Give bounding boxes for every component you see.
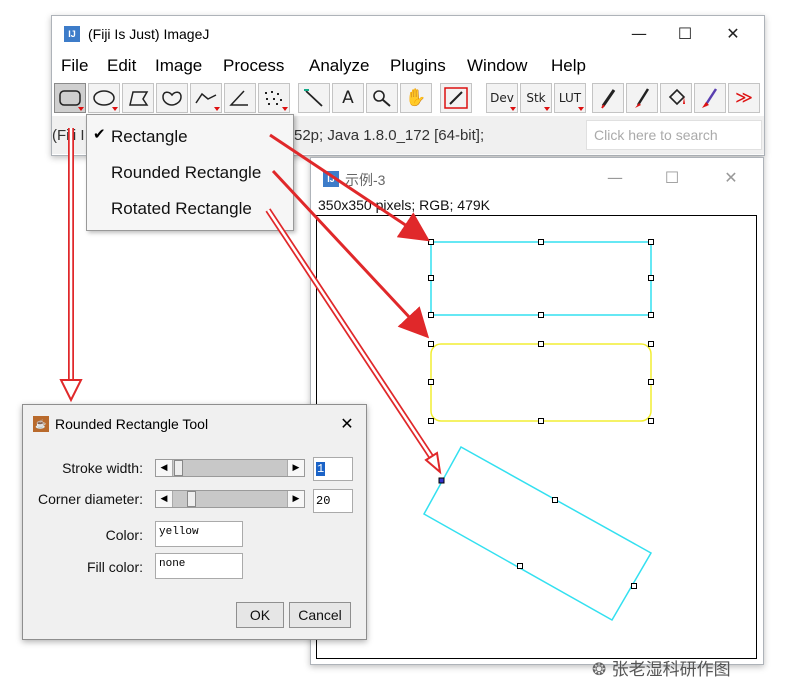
- annotation-overlay: [59, 128, 654, 622]
- watermark-text: ❂ 张老湿科研作图: [592, 660, 731, 680]
- rounded-rectangle-roi[interactable]: [428, 341, 654, 424]
- red-annotation-arrows: [59, 128, 442, 475]
- rectangle-roi[interactable]: [428, 239, 654, 318]
- wechat-icon: ❂: [592, 660, 612, 680]
- rotated-rectangle-roi[interactable]: [422, 445, 653, 622]
